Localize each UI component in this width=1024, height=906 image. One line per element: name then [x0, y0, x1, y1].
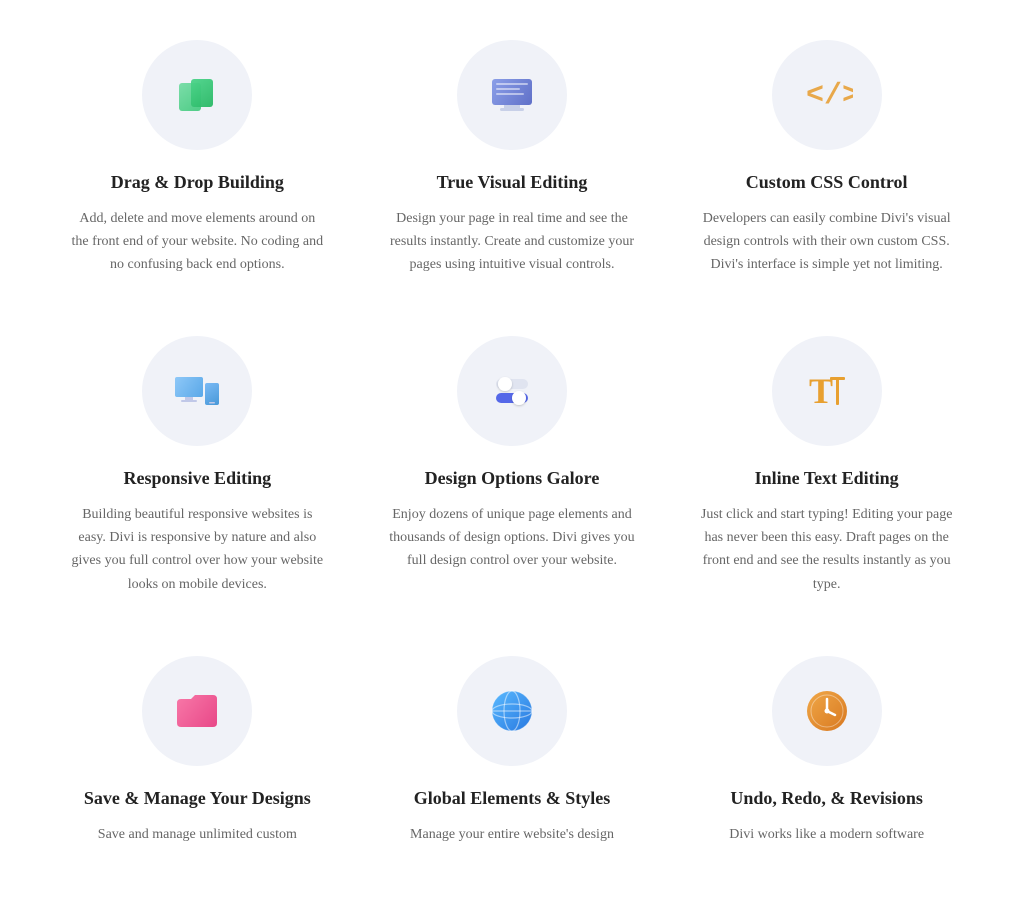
global-elements-desc: Manage your entire website's design	[410, 823, 614, 846]
visual-editing-icon-circle	[457, 40, 567, 150]
save-manage-desc: Save and manage unlimited custom	[98, 823, 297, 846]
feature-visual-editing: True Visual Editing Design your page in …	[355, 20, 670, 316]
responsive-desc: Building beautiful responsive websites i…	[70, 503, 325, 595]
undo-redo-title: Undo, Redo, & Revisions	[730, 788, 923, 809]
drag-drop-desc: Add, delete and move elements around on …	[70, 207, 325, 276]
undo-redo-icon-circle	[772, 656, 882, 766]
drag-drop-icon-circle	[142, 40, 252, 150]
svg-text:</>: </>	[806, 79, 853, 113]
save-manage-icon	[171, 685, 223, 737]
feature-responsive: Responsive Editing Building beautiful re…	[40, 316, 355, 635]
drag-drop-icon	[171, 69, 223, 121]
global-elements-title: Global Elements & Styles	[414, 788, 611, 809]
custom-css-icon-circle: </>	[772, 40, 882, 150]
design-options-title: Design Options Galore	[425, 468, 600, 489]
inline-text-title: Inline Text Editing	[755, 468, 899, 489]
feature-drag-drop: Drag & Drop Building Add, delete and mov…	[40, 20, 355, 316]
visual-editing-title: True Visual Editing	[437, 172, 588, 193]
responsive-title: Responsive Editing	[124, 468, 272, 489]
design-options-icon	[486, 365, 538, 417]
features-grid: Drag & Drop Building Add, delete and mov…	[0, 0, 1024, 906]
custom-css-icon: </>	[801, 69, 853, 121]
design-options-desc: Enjoy dozens of unique page elements and…	[385, 503, 640, 572]
save-manage-icon-circle	[142, 656, 252, 766]
inline-text-icon-circle: T	[772, 336, 882, 446]
feature-undo-redo: Undo, Redo, & Revisions Divi works like …	[669, 636, 984, 886]
undo-redo-desc: Divi works like a modern software	[729, 823, 924, 846]
drag-drop-title: Drag & Drop Building	[111, 172, 284, 193]
global-elements-icon-circle	[457, 656, 567, 766]
custom-css-title: Custom CSS Control	[746, 172, 908, 193]
responsive-icon-circle	[142, 336, 252, 446]
feature-save-manage: Save & Manage Your Designs Save and mana…	[40, 636, 355, 886]
responsive-icon	[171, 365, 223, 417]
visual-editing-desc: Design your page in real time and see th…	[385, 207, 640, 276]
svg-text:T: T	[809, 371, 833, 411]
global-elements-icon	[486, 685, 538, 737]
feature-inline-text: T Inline Text Editing Just click and sta…	[669, 316, 984, 635]
feature-design-options: Design Options Galore Enjoy dozens of un…	[355, 316, 670, 635]
undo-redo-icon	[801, 685, 853, 737]
inline-text-desc: Just click and start typing! Editing you…	[699, 503, 954, 595]
custom-css-desc: Developers can easily combine Divi's vis…	[699, 207, 954, 276]
feature-global-elements: Global Elements & Styles Manage your ent…	[355, 636, 670, 886]
inline-text-icon: T	[801, 365, 853, 417]
design-options-icon-circle	[457, 336, 567, 446]
save-manage-title: Save & Manage Your Designs	[84, 788, 311, 809]
feature-custom-css: </> Custom CSS Control Developers can ea…	[669, 20, 984, 316]
visual-editing-icon	[486, 69, 538, 121]
